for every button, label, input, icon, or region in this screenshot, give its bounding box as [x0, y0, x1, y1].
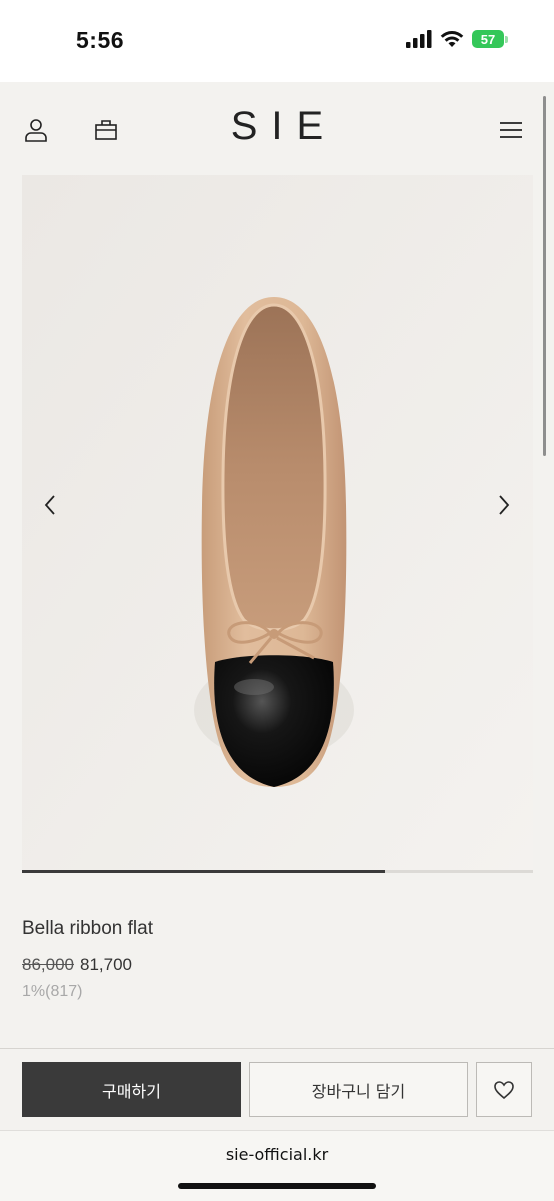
product-image: [22, 175, 533, 871]
cellular-signal-icon: [406, 30, 432, 48]
chevron-right-icon[interactable]: [492, 493, 516, 517]
sale-price: 81,700: [80, 955, 132, 974]
site-logo[interactable]: SIE: [0, 104, 554, 149]
browser-url-bar[interactable]: sie-official.kr: [0, 1130, 554, 1201]
status-bar: 5:56 57: [0, 0, 554, 82]
wishlist-button[interactable]: [476, 1062, 532, 1117]
home-indicator: [178, 1183, 376, 1189]
heart-icon: [494, 1080, 514, 1099]
buy-button[interactable]: 구매하기: [22, 1062, 241, 1117]
add-to-cart-button[interactable]: 장바구니 담기: [249, 1062, 468, 1117]
product-name: Bella ribbon flat: [22, 918, 153, 939]
gallery-progress: [22, 870, 533, 873]
product-image-gallery[interactable]: [22, 175, 533, 871]
scrollbar[interactable]: [543, 96, 546, 456]
app-content: SIE Bella ribbon flat 86,000 81,700 1%(8…: [0, 82, 554, 1131]
price-row: 86,000 81,700: [22, 955, 132, 975]
wifi-icon: [440, 31, 464, 47]
status-time: 5:56: [76, 27, 125, 53]
status-icons: 57: [406, 30, 508, 48]
url-text[interactable]: sie-official.kr: [0, 1145, 554, 1164]
site-header: SIE: [0, 82, 554, 176]
discount-info: 1%(817): [22, 983, 83, 1000]
battery-level: 57: [472, 30, 504, 48]
menu-icon[interactable]: [496, 115, 526, 145]
original-price: 86,000: [22, 955, 74, 974]
purchase-action-bar: 구매하기 장바구니 담기: [0, 1048, 554, 1131]
battery-icon: 57: [472, 30, 508, 48]
gallery-progress-fill: [22, 870, 385, 873]
chevron-left-icon[interactable]: [38, 493, 62, 517]
